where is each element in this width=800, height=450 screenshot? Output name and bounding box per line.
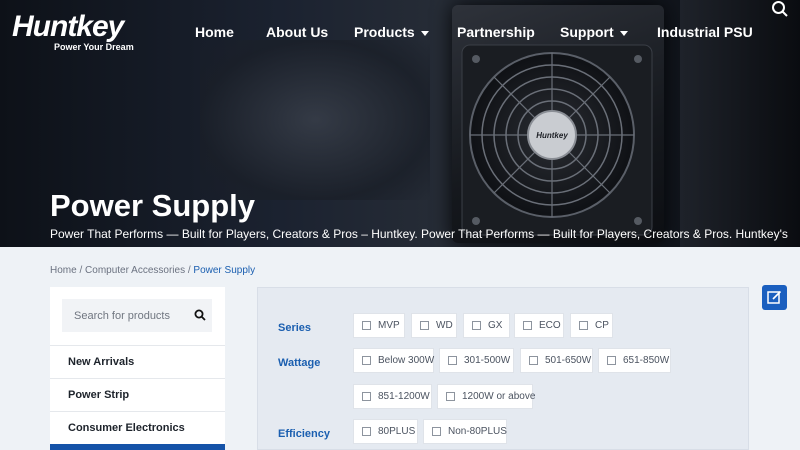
filter-label-series: Series (278, 322, 312, 334)
filter-option-651-850w[interactable]: 651-850W (598, 348, 671, 373)
filter-option-non-80plus[interactable]: Non-80PLUS (423, 419, 507, 444)
filter-label-wattage: Wattage (278, 357, 321, 369)
option-label: 1200W or above (462, 391, 536, 402)
sidebar-item-new-arrivals[interactable]: New Arrivals (50, 345, 225, 378)
nav-products-label: Products (354, 24, 415, 40)
breadcrumb-computer-accessories[interactable]: Computer Accessories (85, 265, 185, 276)
option-label: WD (436, 320, 453, 331)
checkbox[interactable] (362, 321, 371, 330)
sidebar-item-active[interactable] (50, 444, 225, 450)
chevron-down-icon (420, 30, 429, 36)
filter-label-efficiency: Efficiency (278, 428, 330, 440)
checkbox[interactable] (579, 321, 588, 330)
hero-background-product (200, 40, 430, 200)
checkbox[interactable] (448, 356, 457, 365)
checkbox[interactable] (362, 427, 371, 436)
search-icon[interactable] (194, 309, 206, 321)
option-label: 80PLUS (378, 426, 416, 437)
checkbox[interactable] (420, 321, 429, 330)
search-input[interactable] (62, 299, 192, 332)
breadcrumb-separator: / (187, 265, 191, 276)
page-title: Power Supply (50, 188, 255, 223)
filter-option-cp[interactable]: CP (570, 313, 613, 338)
breadcrumb-current: Power Supply (193, 265, 256, 276)
psu-brand-text: Huntkey (536, 131, 568, 140)
filter-option-1200w-or-above[interactable]: 1200W or above (437, 384, 536, 409)
feedback-button[interactable] (762, 285, 787, 310)
breadcrumb-separator: / (79, 265, 83, 276)
nav-about-us[interactable]: About Us (266, 24, 328, 40)
checkbox[interactable] (432, 427, 441, 436)
main-nav: Home About Us Products Partnership Suppo… (0, 24, 800, 42)
nav-products[interactable]: Products (354, 24, 429, 40)
option-label: CP (595, 320, 609, 331)
option-label: ECO (539, 320, 561, 331)
filter-option-wd[interactable]: WD (411, 313, 457, 338)
option-label: 501-650W (545, 355, 592, 366)
product-search (62, 299, 212, 332)
checkbox[interactable] (607, 356, 616, 365)
checkbox[interactable] (446, 392, 455, 401)
sidebar-item-power-strip[interactable]: Power Strip (50, 378, 225, 411)
option-label: 651-850W (623, 355, 670, 366)
option-label: MVP (378, 320, 400, 331)
filter-option-301-500w[interactable]: 301-500W (439, 348, 514, 373)
filter-option-below-300w[interactable]: Below 300W (353, 348, 434, 373)
option-label: GX (488, 320, 503, 331)
option-label: Non-80PLUS (448, 426, 507, 437)
filter-option-mvp[interactable]: MVP (353, 313, 405, 338)
nav-support[interactable]: Support (560, 24, 628, 40)
checkbox[interactable] (362, 356, 371, 365)
checkbox[interactable] (472, 321, 481, 330)
brand-tagline: Power Your Dream (54, 42, 134, 52)
breadcrumb: Home / Computer Accessories / Power Supp… (50, 265, 255, 276)
option-label: 301-500W (464, 355, 511, 366)
nav-industrial-psu[interactable]: Industrial PSU (657, 24, 753, 40)
chevron-down-icon (619, 30, 628, 36)
nav-home[interactable]: Home (195, 24, 234, 40)
breadcrumb-home[interactable]: Home (50, 265, 77, 276)
filter-option-851-1200w[interactable]: 851-1200W (353, 384, 432, 409)
checkbox[interactable] (529, 356, 538, 365)
sidebar: New Arrivals Power Strip Consumer Electr… (50, 287, 225, 450)
checkbox[interactable] (362, 392, 371, 401)
edit-icon (767, 290, 782, 304)
filter-option-501-650w[interactable]: 501-650W (520, 348, 593, 373)
search-icon[interactable] (771, 0, 789, 18)
hero-banner: Huntkey Huntkey Power Your Dream Home Ab… (0, 0, 800, 247)
filter-option-eco[interactable]: ECO (514, 313, 564, 338)
option-label: 851-1200W (378, 391, 430, 402)
filter-option-80plus[interactable]: 80PLUS (353, 419, 418, 444)
filter-option-gx[interactable]: GX (463, 313, 510, 338)
nav-support-label: Support (560, 24, 614, 40)
option-label: Below 300W (378, 355, 435, 366)
nav-partnership[interactable]: Partnership (457, 24, 535, 40)
filter-panel: Series MVP WD GX ECO CP Wattage Below 30… (257, 287, 749, 450)
sidebar-item-consumer-electronics[interactable]: Consumer Electronics (50, 411, 225, 444)
checkbox[interactable] (523, 321, 532, 330)
page-subtitle: Power That Performs — Built for Players,… (50, 227, 788, 241)
